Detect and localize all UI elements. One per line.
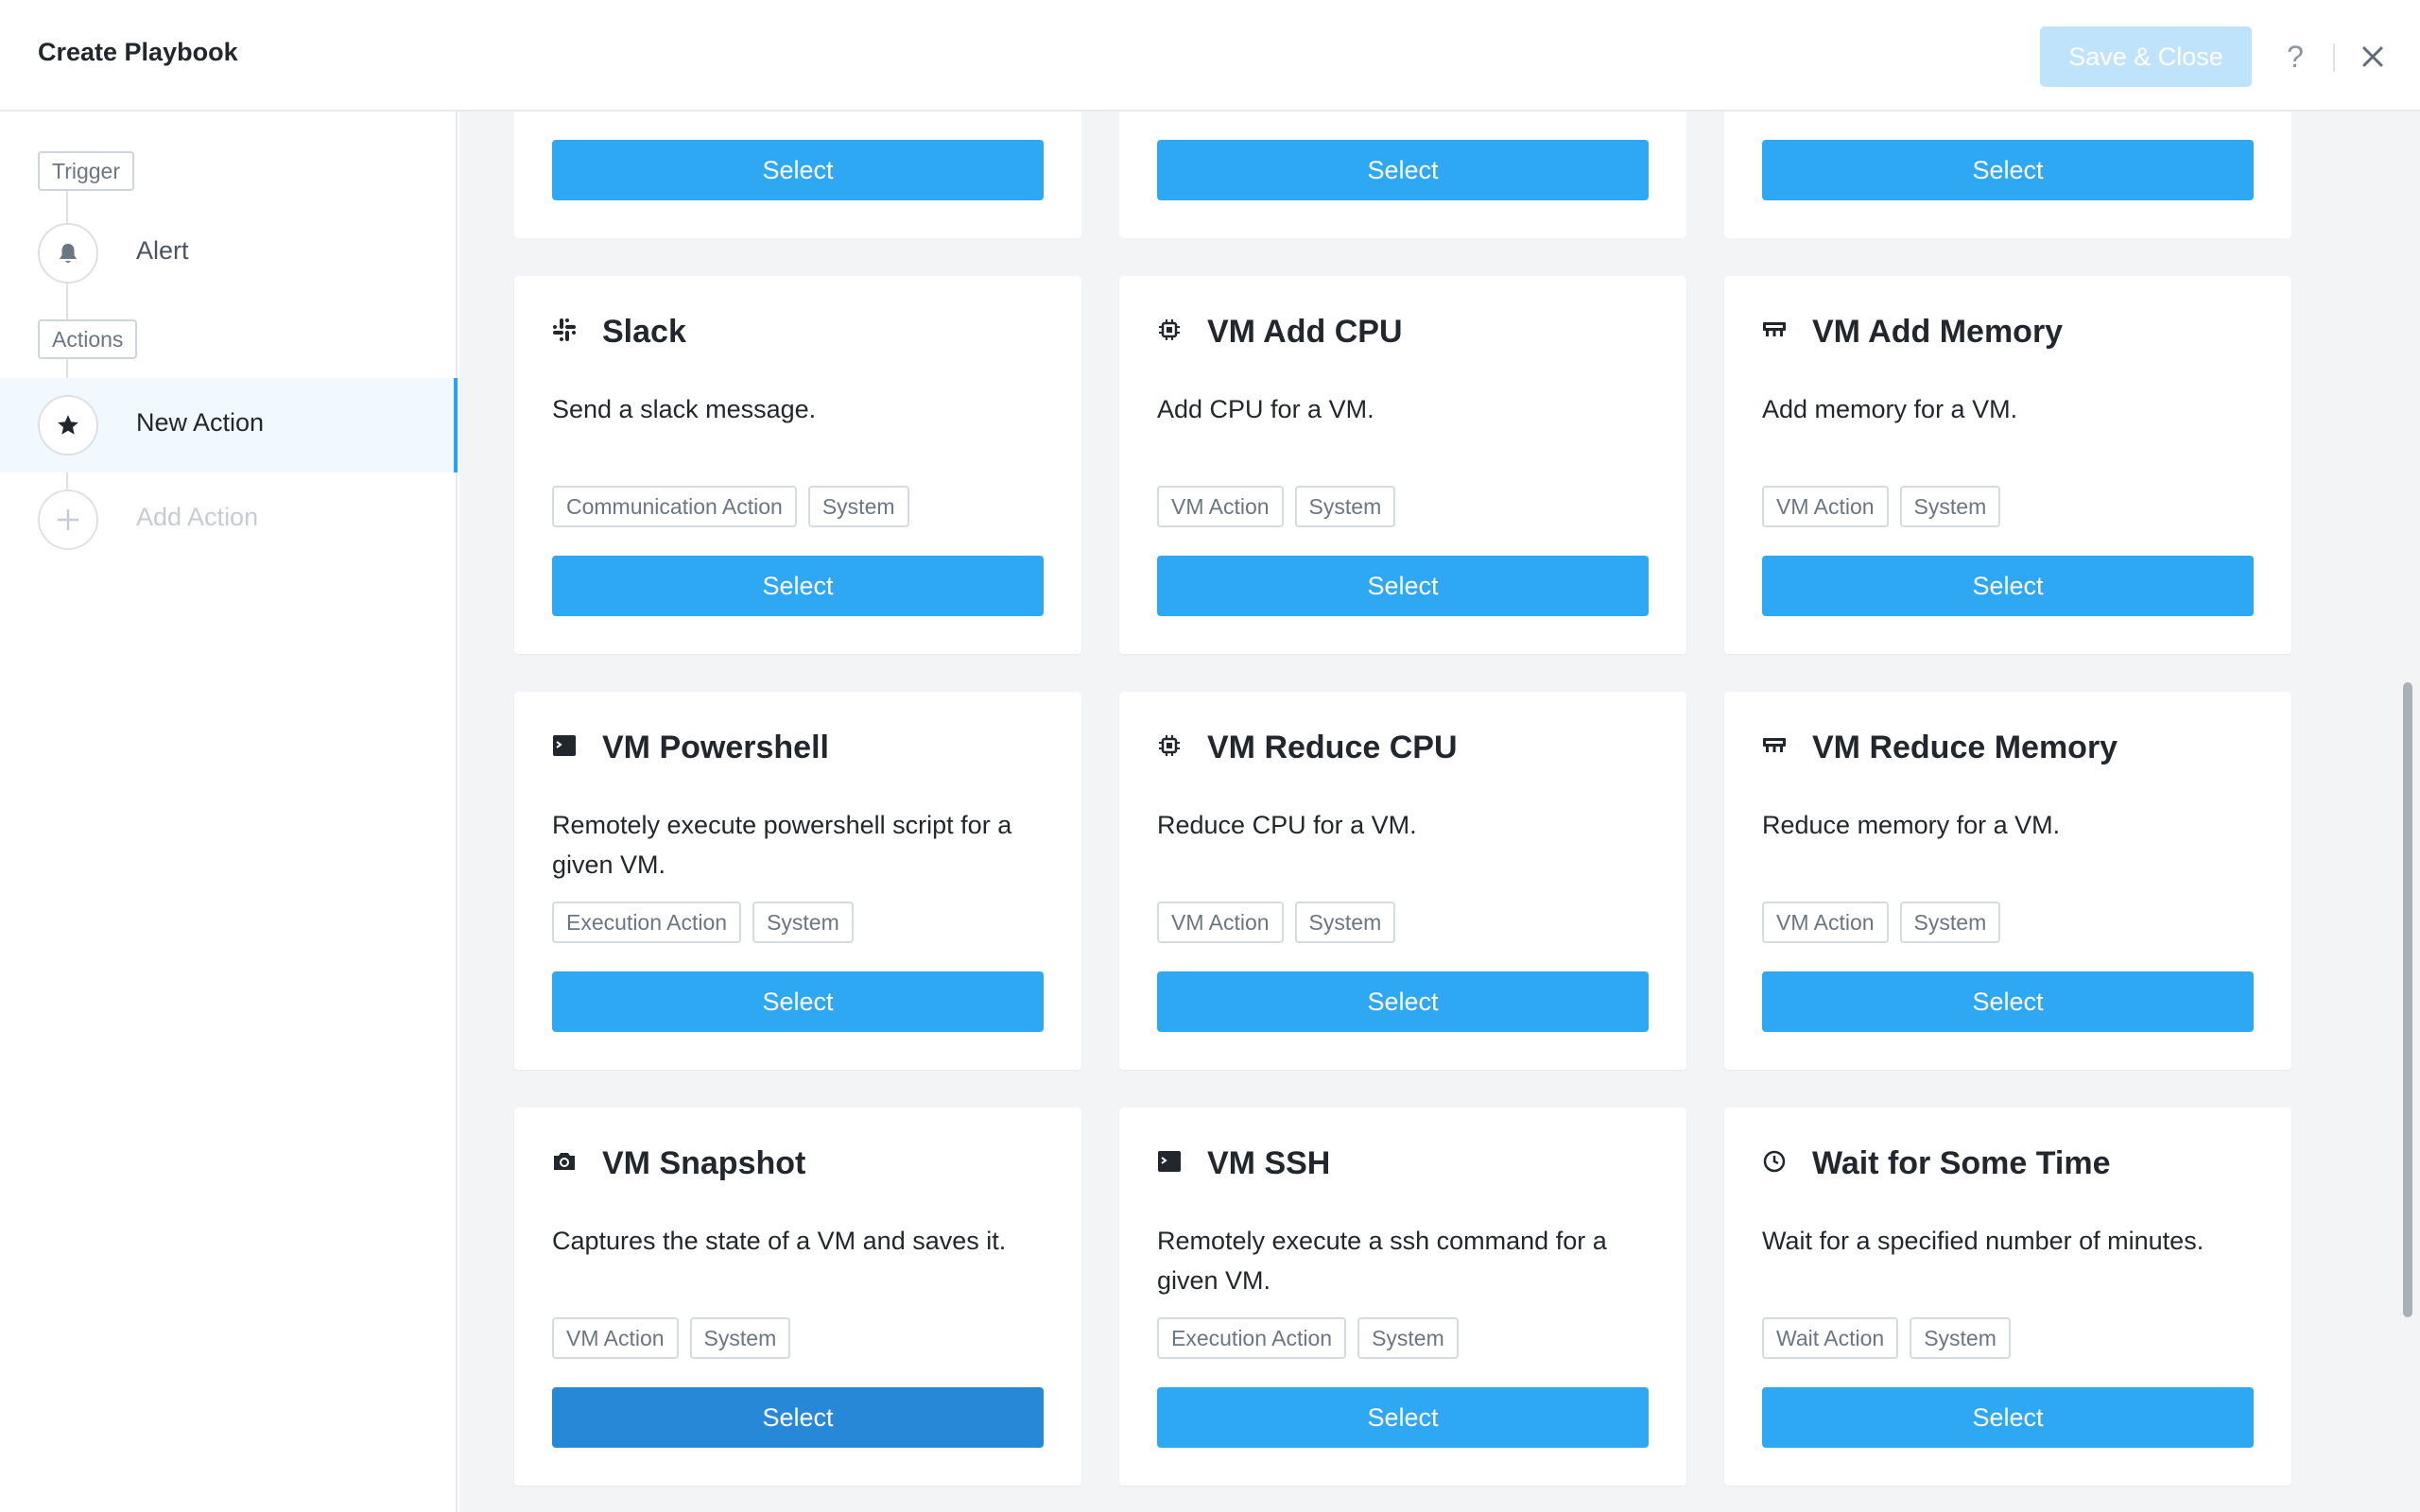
cpu-icon [1157, 318, 1182, 342]
tag: System [1899, 902, 2001, 943]
select-button[interactable]: Select [552, 1387, 1044, 1448]
terminal-icon [1157, 1149, 1182, 1174]
star-icon [38, 395, 98, 455]
card-title: VM Snapshot [602, 1145, 806, 1181]
action-card-partial: Select [1724, 112, 2291, 238]
action-card-vm-add-memory: VM Add Memory Add memory for a VM. VM Ac… [1724, 276, 2291, 654]
tag: Execution Action [1157, 1317, 1347, 1359]
tag: Execution Action [552, 902, 742, 943]
bell-icon [38, 223, 98, 284]
select-button[interactable]: Select [1762, 556, 2254, 616]
tag: Communication Action [552, 486, 797, 527]
save-close-button[interactable]: Save & Close [2040, 26, 2252, 87]
tag: System [807, 486, 909, 527]
tag-list: VM Action System [552, 1317, 791, 1359]
action-card-wait-for-some-time: Wait for Some Time Wait for a specified … [1724, 1108, 2291, 1486]
actions-section-label: Actions [38, 319, 138, 359]
card-title: VM Powershell [602, 730, 829, 765]
action-card-vm-ssh: VM SSH Remotely execute a ssh command fo… [1119, 1108, 1686, 1486]
tag-list: Wait Action System [1762, 1317, 2011, 1359]
action-card-vm-snapshot: VM Snapshot Captures the state of a VM a… [514, 1108, 1081, 1486]
action-card-vm-reduce-memory: VM Reduce Memory Reduce memory for a VM.… [1724, 692, 2291, 1070]
sidebar-step-alert[interactable]: Alert [0, 206, 458, 301]
sidebar-step-label: New Action [136, 408, 265, 437]
select-button[interactable]: Select [552, 971, 1044, 1032]
select-button[interactable]: Select [1157, 140, 1649, 200]
tag-list: Execution Action System [1157, 1317, 1459, 1359]
select-button[interactable]: Select [1157, 1387, 1649, 1448]
action-card-vm-reduce-cpu: VM Reduce CPU Reduce CPU for a VM. VM Ac… [1119, 692, 1686, 1070]
tag-list: VM Action System [1157, 902, 1396, 943]
help-icon[interactable]: ? [2276, 36, 2314, 77]
card-description: Remotely execute a ssh command for a giv… [1157, 1227, 1607, 1295]
tag: Wait Action [1762, 1317, 1899, 1359]
tag-list: VM Action System [1762, 486, 2001, 527]
card-title: VM Add Memory [1812, 314, 2064, 350]
card-title: Wait for Some Time [1812, 1145, 2111, 1181]
action-card-vm-add-cpu: VM Add CPU Add CPU for a VM. VM Action S… [1119, 276, 1686, 654]
card-description: Captures the state of a VM and saves it. [552, 1227, 1007, 1255]
card-description: Add CPU for a VM. [1157, 395, 1374, 423]
tag-list: Communication Action System [552, 486, 909, 527]
tag: System [1910, 1317, 2011, 1359]
sidebar-step-label: Add Action [136, 503, 259, 531]
action-card-vm-powershell: VM Powershell Remotely execute powershel… [514, 692, 1081, 1070]
card-title: VM SSH [1207, 1145, 1331, 1181]
tag: System [689, 1317, 791, 1359]
select-button[interactable]: Select [552, 140, 1044, 200]
card-title: Slack [602, 314, 686, 350]
clock-icon [1762, 1149, 1787, 1174]
sidebar-step-new-action[interactable]: New Action [0, 378, 458, 472]
card-description: Send a slack message. [552, 395, 817, 423]
tag: VM Action [1762, 902, 1889, 943]
sidebar-step-label: Alert [136, 236, 189, 265]
tag: VM Action [1157, 486, 1284, 527]
camera-icon [552, 1149, 577, 1174]
select-button[interactable]: Select [1762, 140, 2254, 200]
slack-icon [552, 318, 577, 342]
card-description: Add memory for a VM. [1762, 395, 2018, 423]
tag: System [1899, 486, 2001, 527]
tag: System [752, 902, 854, 943]
vertical-scrollbar[interactable] [2403, 682, 2412, 1317]
card-title: VM Add CPU [1207, 314, 1403, 350]
page-title: Create Playbook [38, 38, 238, 66]
cpu-icon [1157, 733, 1182, 758]
select-button[interactable]: Select [552, 556, 1044, 616]
sidebar-step-add-action[interactable]: Add Action [0, 472, 458, 567]
tag: System [1357, 1317, 1459, 1359]
card-description: Wait for a specified number of minutes. [1762, 1227, 2204, 1255]
modal-header: Create Playbook Save & Close ? [0, 0, 2420, 112]
card-title: VM Reduce CPU [1207, 730, 1458, 765]
tag-list: VM Action System [1157, 486, 1396, 527]
card-description: Reduce CPU for a VM. [1157, 811, 1417, 839]
close-icon[interactable] [2354, 36, 2392, 77]
tag: System [1294, 902, 1396, 943]
header-divider [2333, 43, 2335, 72]
action-card-partial: Select [514, 112, 1081, 238]
playbook-sidebar: Trigger Alert Actions New Action Add Act… [0, 112, 458, 1512]
terminal-icon [552, 733, 577, 758]
tag: VM Action [1762, 486, 1889, 527]
plus-icon [38, 490, 98, 550]
card-description: Remotely execute powershell script for a… [552, 811, 1012, 879]
memory-icon [1762, 733, 1787, 758]
select-button[interactable]: Select [1157, 971, 1649, 1032]
trigger-section-label: Trigger [38, 151, 134, 191]
tag: VM Action [1157, 902, 1284, 943]
select-button[interactable]: Select [1762, 1387, 2254, 1448]
select-button[interactable]: Select [1157, 556, 1649, 616]
action-catalog: Select Select Select Slack Send a slack … [459, 112, 2420, 1512]
tag-list: Execution Action System [552, 902, 854, 943]
action-card-slack: Slack Send a slack message. Communicatio… [514, 276, 1081, 654]
tag: System [1294, 486, 1396, 527]
select-button[interactable]: Select [1762, 971, 2254, 1032]
tag: VM Action [552, 1317, 679, 1359]
card-description: Reduce memory for a VM. [1762, 811, 2061, 839]
action-card-partial: Select [1119, 112, 1686, 238]
tag-list: VM Action System [1762, 902, 2001, 943]
memory-icon [1762, 318, 1787, 342]
card-title: VM Reduce Memory [1812, 730, 2118, 765]
